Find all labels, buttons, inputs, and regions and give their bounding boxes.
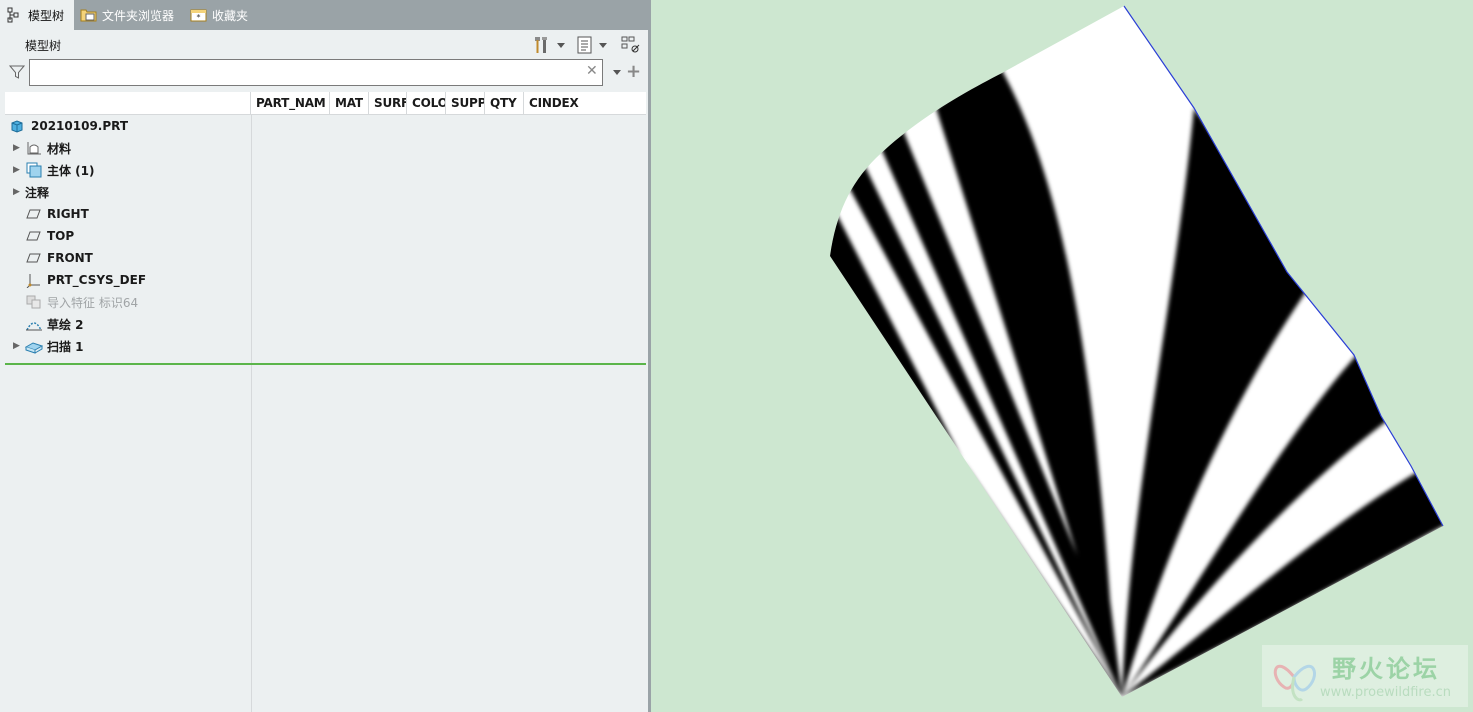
tree-item-label: 草绘 2: [47, 317, 84, 332]
tree-item-label: 注释: [25, 185, 50, 200]
chevron-down-icon[interactable]: [613, 70, 621, 75]
tree-item-label: TOP: [47, 229, 75, 243]
column-header[interactable]: PART_NAM: [251, 92, 330, 115]
graphics-viewport[interactable]: [654, 0, 1473, 712]
datum-plane-icon: [25, 228, 43, 244]
column-header[interactable]: COLO: [407, 92, 446, 115]
tab-label: 文件夹浏览器: [102, 8, 175, 23]
datum-plane-icon: [25, 206, 43, 222]
folder-browser-icon: [80, 7, 98, 23]
sweep-icon: [24, 338, 44, 354]
tab-label: 收藏夹: [212, 8, 249, 23]
show-options-button[interactable]: [576, 34, 607, 56]
part-icon: [9, 118, 27, 134]
csys-icon: [25, 272, 43, 289]
expand-arrow-icon[interactable]: ▶: [13, 143, 23, 153]
panel-tab-bar: 模型树 文件夹浏览器 * 收藏夹: [0, 0, 648, 30]
zebra-stripe-surface: [830, 5, 1444, 697]
model-tree-panel: 模型树 文件夹浏览器 * 收藏夹 模型树 ✕ + PART_NAM MAT SU…: [0, 0, 651, 712]
tree-item-label: 主体 (1): [47, 163, 95, 178]
tree-root-item[interactable]: 20210109.PRT: [5, 115, 251, 137]
column-divider[interactable]: [251, 115, 252, 712]
column-header[interactable]: SURF: [369, 92, 407, 115]
model-tree: 20210109.PRT ▶ 材料 ▶ 主体 (1) ▶ 注释 RIGHT TO…: [5, 115, 251, 357]
tree-filter-toggle-button[interactable]: [620, 34, 642, 56]
expand-arrow-icon[interactable]: ▶: [13, 341, 23, 351]
tree-item-label: RIGHT: [47, 207, 89, 221]
watermark: 野火论坛 www.proewildfire.cn: [1262, 645, 1468, 707]
tree-item-body[interactable]: ▶ 主体 (1): [5, 159, 251, 181]
tab-label: 模型树: [28, 8, 65, 23]
datum-plane-icon: [25, 250, 43, 266]
svg-text:*: *: [197, 13, 201, 22]
watermark-url: www.proewildfire.cn: [1320, 685, 1451, 700]
tree-header: 模型树: [0, 30, 648, 58]
material-icon: [25, 140, 43, 156]
filter-icon[interactable]: [9, 64, 25, 80]
insert-here-marker[interactable]: [5, 363, 646, 365]
tree-item-csys[interactable]: PRT_CSYS_DEF: [5, 269, 251, 291]
settings-tools-button[interactable]: [532, 34, 565, 56]
tree-item-label: 20210109.PRT: [31, 119, 129, 133]
tree-item-sketch[interactable]: 草绘 2: [5, 313, 251, 335]
column-header-row: PART_NAM MAT SURF COLO SUPP QTY CINDEX: [5, 92, 646, 115]
add-icon[interactable]: +: [626, 61, 641, 82]
tools-icon: [535, 37, 547, 53]
close-icon[interactable]: ✕: [586, 63, 598, 79]
chevron-down-icon: [557, 42, 565, 48]
watermark-text: 野火论坛: [1332, 655, 1440, 683]
tab-folder-browser[interactable]: 文件夹浏览器: [74, 0, 184, 30]
column-header[interactable]: MAT: [330, 92, 369, 115]
tree-item-annotation[interactable]: ▶ 注释: [5, 181, 251, 203]
tree-item-sweep[interactable]: ▶ 扫描 1: [5, 335, 251, 357]
column-header[interactable]: SUPP: [446, 92, 485, 115]
favorites-icon: *: [190, 7, 208, 23]
expand-arrow-icon[interactable]: ▶: [13, 165, 23, 175]
tree-item-label: PRT_CSYS_DEF: [47, 273, 147, 287]
tree-title: 模型树: [25, 39, 62, 53]
column-header-tree: [5, 92, 251, 115]
tree-item-label: 扫描 1: [47, 339, 84, 354]
body-icon: [25, 162, 43, 178]
tree-item-label: 材料: [47, 141, 72, 156]
column-header[interactable]: CINDEX: [524, 92, 646, 115]
tree-item-label: FRONT: [47, 251, 93, 265]
list-options-icon: [577, 36, 592, 54]
tree-columns-icon: [621, 36, 640, 53]
expand-arrow-icon[interactable]: ▶: [13, 187, 23, 197]
tree-item-right[interactable]: RIGHT: [5, 203, 251, 225]
tab-model-tree[interactable]: 模型树: [0, 0, 75, 30]
import-feature-icon: [25, 294, 43, 310]
tree-item-import-feature[interactable]: 导入特征 标识64: [5, 291, 251, 313]
search-input[interactable]: [29, 59, 603, 86]
tree-item-top[interactable]: TOP: [5, 225, 251, 247]
model-tree-icon: [6, 7, 24, 23]
tree-item-material[interactable]: ▶ 材料: [5, 137, 251, 159]
column-header[interactable]: QTY: [485, 92, 524, 115]
tree-item-label: 导入特征 标识64: [47, 295, 139, 310]
sketch-icon: [25, 316, 43, 332]
tab-favorites[interactable]: * 收藏夹: [184, 0, 258, 30]
watermark-logo-icon: [1273, 664, 1316, 702]
tree-item-front[interactable]: FRONT: [5, 247, 251, 269]
chevron-down-icon: [599, 42, 607, 48]
filter-row: ✕ +: [0, 58, 648, 88]
